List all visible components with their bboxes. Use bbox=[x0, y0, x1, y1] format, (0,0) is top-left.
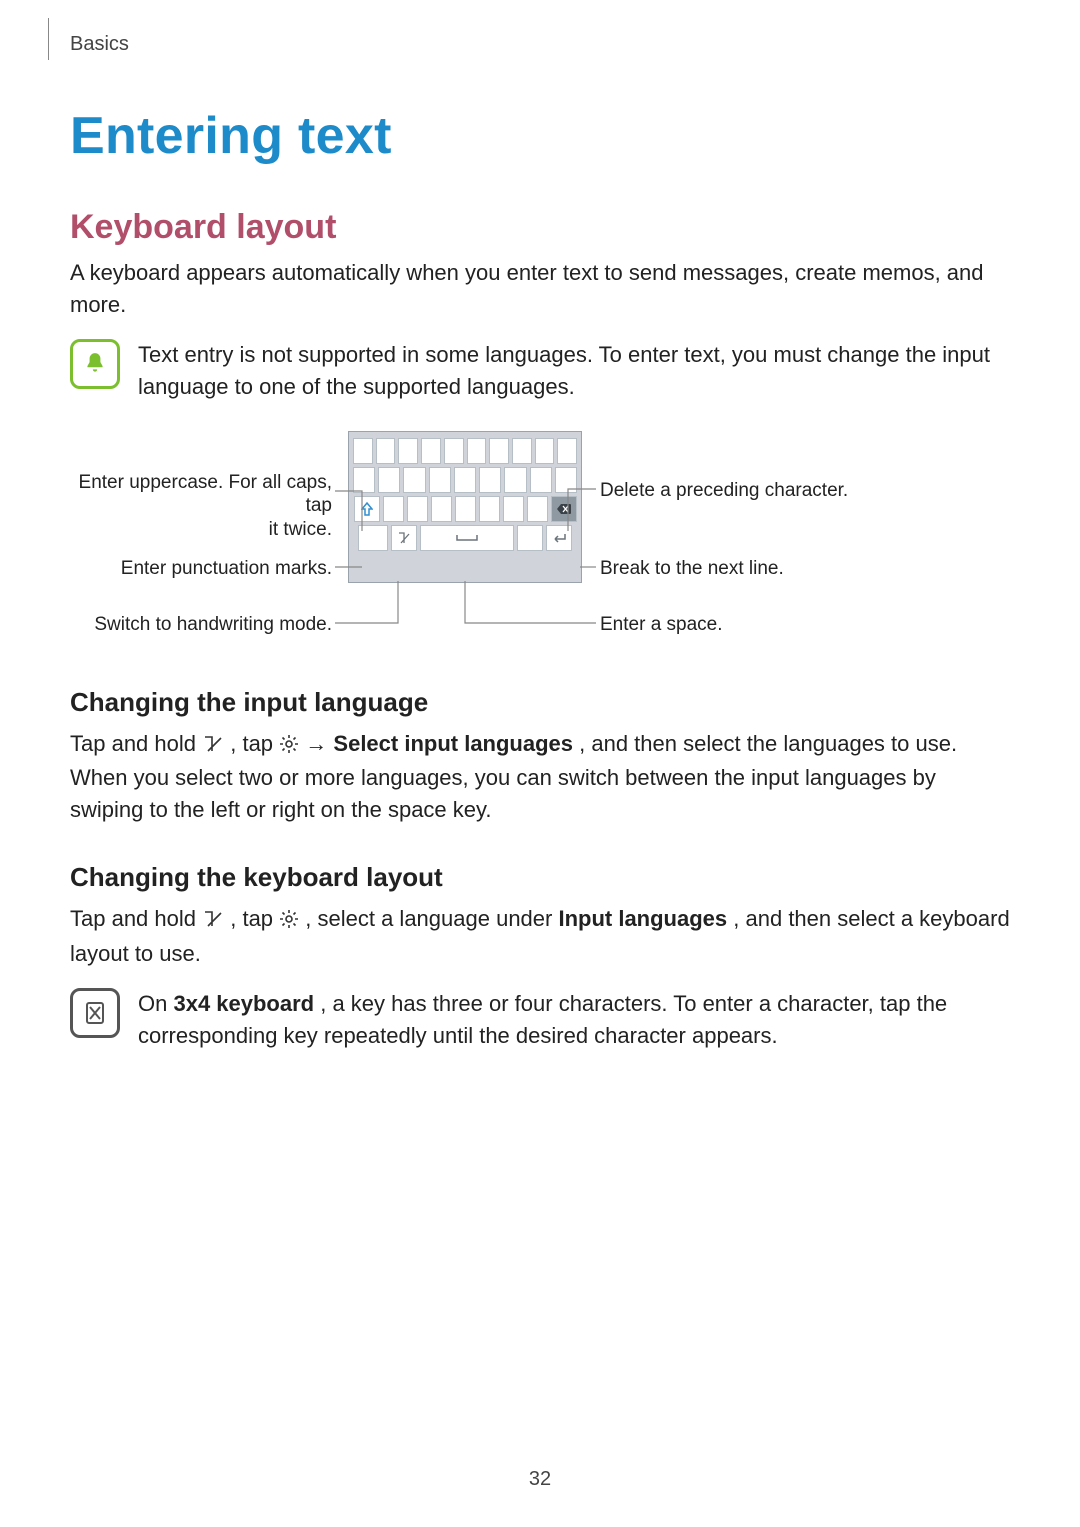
page-title: Entering text bbox=[70, 106, 1010, 166]
txt: , tap bbox=[230, 906, 279, 931]
arrow: → bbox=[305, 731, 333, 756]
keyboard-diagram: Enter uppercase. For all caps, tap it tw… bbox=[70, 431, 1010, 651]
txt: Tap and hold bbox=[70, 906, 202, 931]
bold-select-input-languages: Select input languages bbox=[333, 731, 573, 756]
gear-icon bbox=[279, 906, 299, 938]
heading-input-language: Changing the input language bbox=[70, 687, 1010, 718]
txt: Tap and hold bbox=[70, 731, 202, 756]
heading-keyboard-layout-change: Changing the keyboard layout bbox=[70, 862, 1010, 893]
note-language-text: Text entry is not supported in some lang… bbox=[138, 339, 1010, 403]
txt: , select a language under bbox=[305, 906, 558, 931]
txt: , tap bbox=[230, 731, 279, 756]
note-3x4-keyboard: On 3x4 keyboard , a key has three or fou… bbox=[70, 988, 1010, 1052]
heading-keyboard-layout: Keyboard layout bbox=[70, 208, 1010, 247]
t-pen-icon bbox=[202, 731, 224, 763]
para-keyboard-intro: A keyboard appears automatically when yo… bbox=[70, 257, 1010, 321]
bold-input-languages: Input languages bbox=[558, 906, 727, 931]
page-number: 32 bbox=[0, 1468, 1080, 1491]
note-icon bbox=[70, 988, 120, 1038]
bold-3x4: 3x4 keyboard bbox=[173, 991, 314, 1016]
note-language-support: Text entry is not supported in some lang… bbox=[70, 339, 1010, 403]
note-3x4-text: On 3x4 keyboard , a key has three or fou… bbox=[138, 988, 1010, 1052]
t-pen-icon bbox=[202, 906, 224, 938]
para-keyboard-layout-change: Tap and hold , tap , select a language u… bbox=[70, 903, 1010, 970]
bell-icon bbox=[70, 339, 120, 389]
header-rule bbox=[48, 18, 49, 60]
section-label: Basics bbox=[70, 33, 129, 56]
txt: On bbox=[138, 991, 173, 1016]
para-input-language: Tap and hold , tap → Select input langua… bbox=[70, 728, 1010, 827]
gear-icon bbox=[279, 731, 299, 763]
